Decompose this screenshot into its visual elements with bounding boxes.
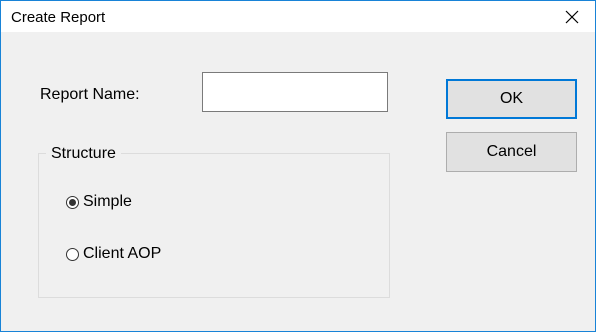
create-report-dialog: Create Report Report Name: Structure Sim… [0, 0, 596, 332]
radio-unselected-icon [66, 247, 79, 261]
report-name-label: Report Name: [40, 86, 140, 103]
close-button[interactable] [549, 1, 595, 32]
cancel-button[interactable]: Cancel [446, 132, 577, 172]
radio-client-aop-label: Client AOP [83, 245, 162, 262]
structure-group-label: Structure [46, 145, 121, 163]
structure-groupbox [38, 153, 390, 298]
title-bar: Create Report [1, 1, 595, 32]
radio-simple-label: Simple [83, 193, 132, 210]
close-icon [565, 10, 579, 24]
ok-button[interactable]: OK [446, 79, 577, 119]
report-name-input[interactable] [202, 72, 388, 112]
radio-client-aop[interactable]: Client AOP [66, 245, 161, 263]
radio-simple[interactable]: Simple [66, 193, 132, 211]
dialog-title: Create Report [11, 9, 106, 26]
radio-selected-icon [66, 195, 79, 209]
